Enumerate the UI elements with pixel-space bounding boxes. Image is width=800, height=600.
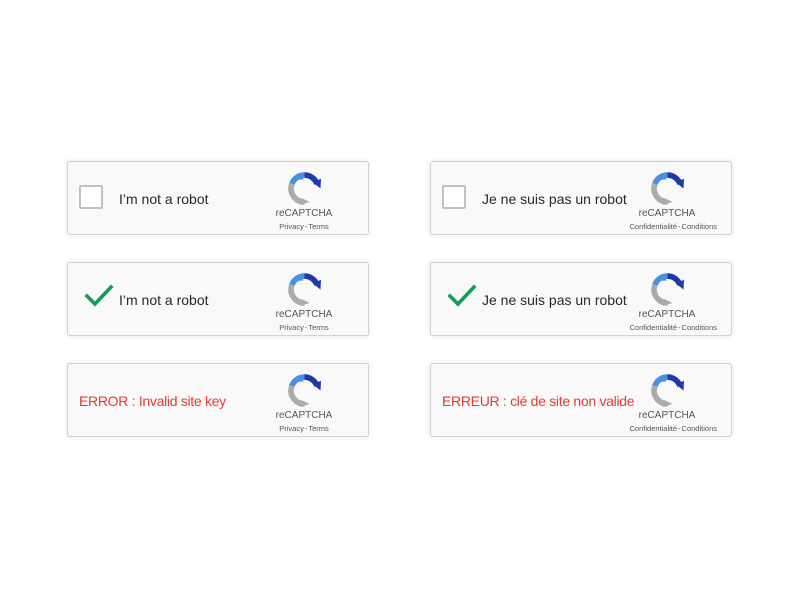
recaptcha-branding: reCAPTCHA Confidentialité-Conditions: [617, 172, 717, 232]
privacy-link[interactable]: Confidentialité: [630, 323, 678, 332]
recaptcha-widget-fr-unchecked: Je ne suis pas un robot reCAPTCHA Confid…: [430, 161, 732, 235]
recaptcha-widget-en-error: ERROR : Invalid site key reCAPTCHA Priva…: [67, 363, 369, 437]
recaptcha-links: Privacy-Terms: [254, 424, 354, 433]
terms-link[interactable]: Terms: [308, 222, 328, 231]
recaptcha-logo-icon: [288, 374, 321, 407]
recaptcha-logo-icon: [651, 172, 684, 205]
error-message: ERREUR : clé de site non valide: [442, 393, 635, 409]
recaptcha-branding: reCAPTCHA Privacy-Terms: [254, 273, 354, 333]
recaptcha-brand-name: reCAPTCHA: [275, 410, 333, 421]
recaptcha-branding: reCAPTCHA Confidentialité-Conditions: [617, 374, 717, 434]
recaptcha-logo-icon: [288, 172, 321, 205]
checkbox-label: Je ne suis pas un robot: [482, 191, 627, 207]
robot-checkbox[interactable]: [79, 185, 103, 209]
privacy-link[interactable]: Confidentialité: [630, 424, 678, 433]
recaptcha-brand-name: reCAPTCHA: [638, 208, 696, 219]
recaptcha-logo-icon: [288, 273, 321, 306]
checkmark-icon[interactable]: [84, 283, 114, 309]
checkmark-icon[interactable]: [447, 283, 477, 309]
checkbox-label: Je ne suis pas un robot: [482, 292, 627, 308]
recaptcha-widget-fr-checked: Je ne suis pas un robot reCAPTCHA Confid…: [430, 262, 732, 336]
recaptcha-widget-en-unchecked: I’m not a robot reCAPTCHA Privacy-Terms: [67, 161, 369, 235]
privacy-link[interactable]: Privacy: [279, 222, 304, 231]
recaptcha-brand-name: reCAPTCHA: [638, 309, 696, 320]
recaptcha-widget-fr-error: ERREUR : clé de site non valide reCAPTCH…: [430, 363, 732, 437]
recaptcha-branding: reCAPTCHA Confidentialité-Conditions: [617, 273, 717, 333]
recaptcha-links: Confidentialité-Conditions: [597, 222, 717, 231]
terms-link[interactable]: Conditions: [682, 222, 717, 231]
recaptcha-widget-en-checked: I’m not a robot reCAPTCHA Privacy-Terms: [67, 262, 369, 336]
terms-link[interactable]: Terms: [308, 323, 328, 332]
checkbox-label: I’m not a robot: [119, 191, 209, 207]
recaptcha-logo-icon: [651, 374, 684, 407]
recaptcha-branding: reCAPTCHA Privacy-Terms: [254, 374, 354, 434]
privacy-link[interactable]: Confidentialité: [630, 222, 678, 231]
recaptcha-branding: reCAPTCHA Privacy-Terms: [254, 172, 354, 232]
recaptcha-brand-name: reCAPTCHA: [275, 309, 333, 320]
recaptcha-brand-name: reCAPTCHA: [638, 410, 696, 421]
terms-link[interactable]: Conditions: [682, 424, 717, 433]
terms-link[interactable]: Terms: [308, 424, 328, 433]
privacy-link[interactable]: Privacy: [279, 323, 304, 332]
terms-link[interactable]: Conditions: [682, 323, 717, 332]
recaptcha-links: Privacy-Terms: [254, 323, 354, 332]
recaptcha-links: Confidentialité-Conditions: [597, 424, 717, 433]
recaptcha-logo-icon: [651, 273, 684, 306]
privacy-link[interactable]: Privacy: [279, 424, 304, 433]
robot-checkbox[interactable]: [442, 185, 466, 209]
checkbox-label: I’m not a robot: [119, 292, 209, 308]
recaptcha-links: Confidentialité-Conditions: [597, 323, 717, 332]
error-message: ERROR : Invalid site key: [79, 393, 226, 409]
recaptcha-brand-name: reCAPTCHA: [275, 208, 333, 219]
recaptcha-links: Privacy-Terms: [254, 222, 354, 231]
